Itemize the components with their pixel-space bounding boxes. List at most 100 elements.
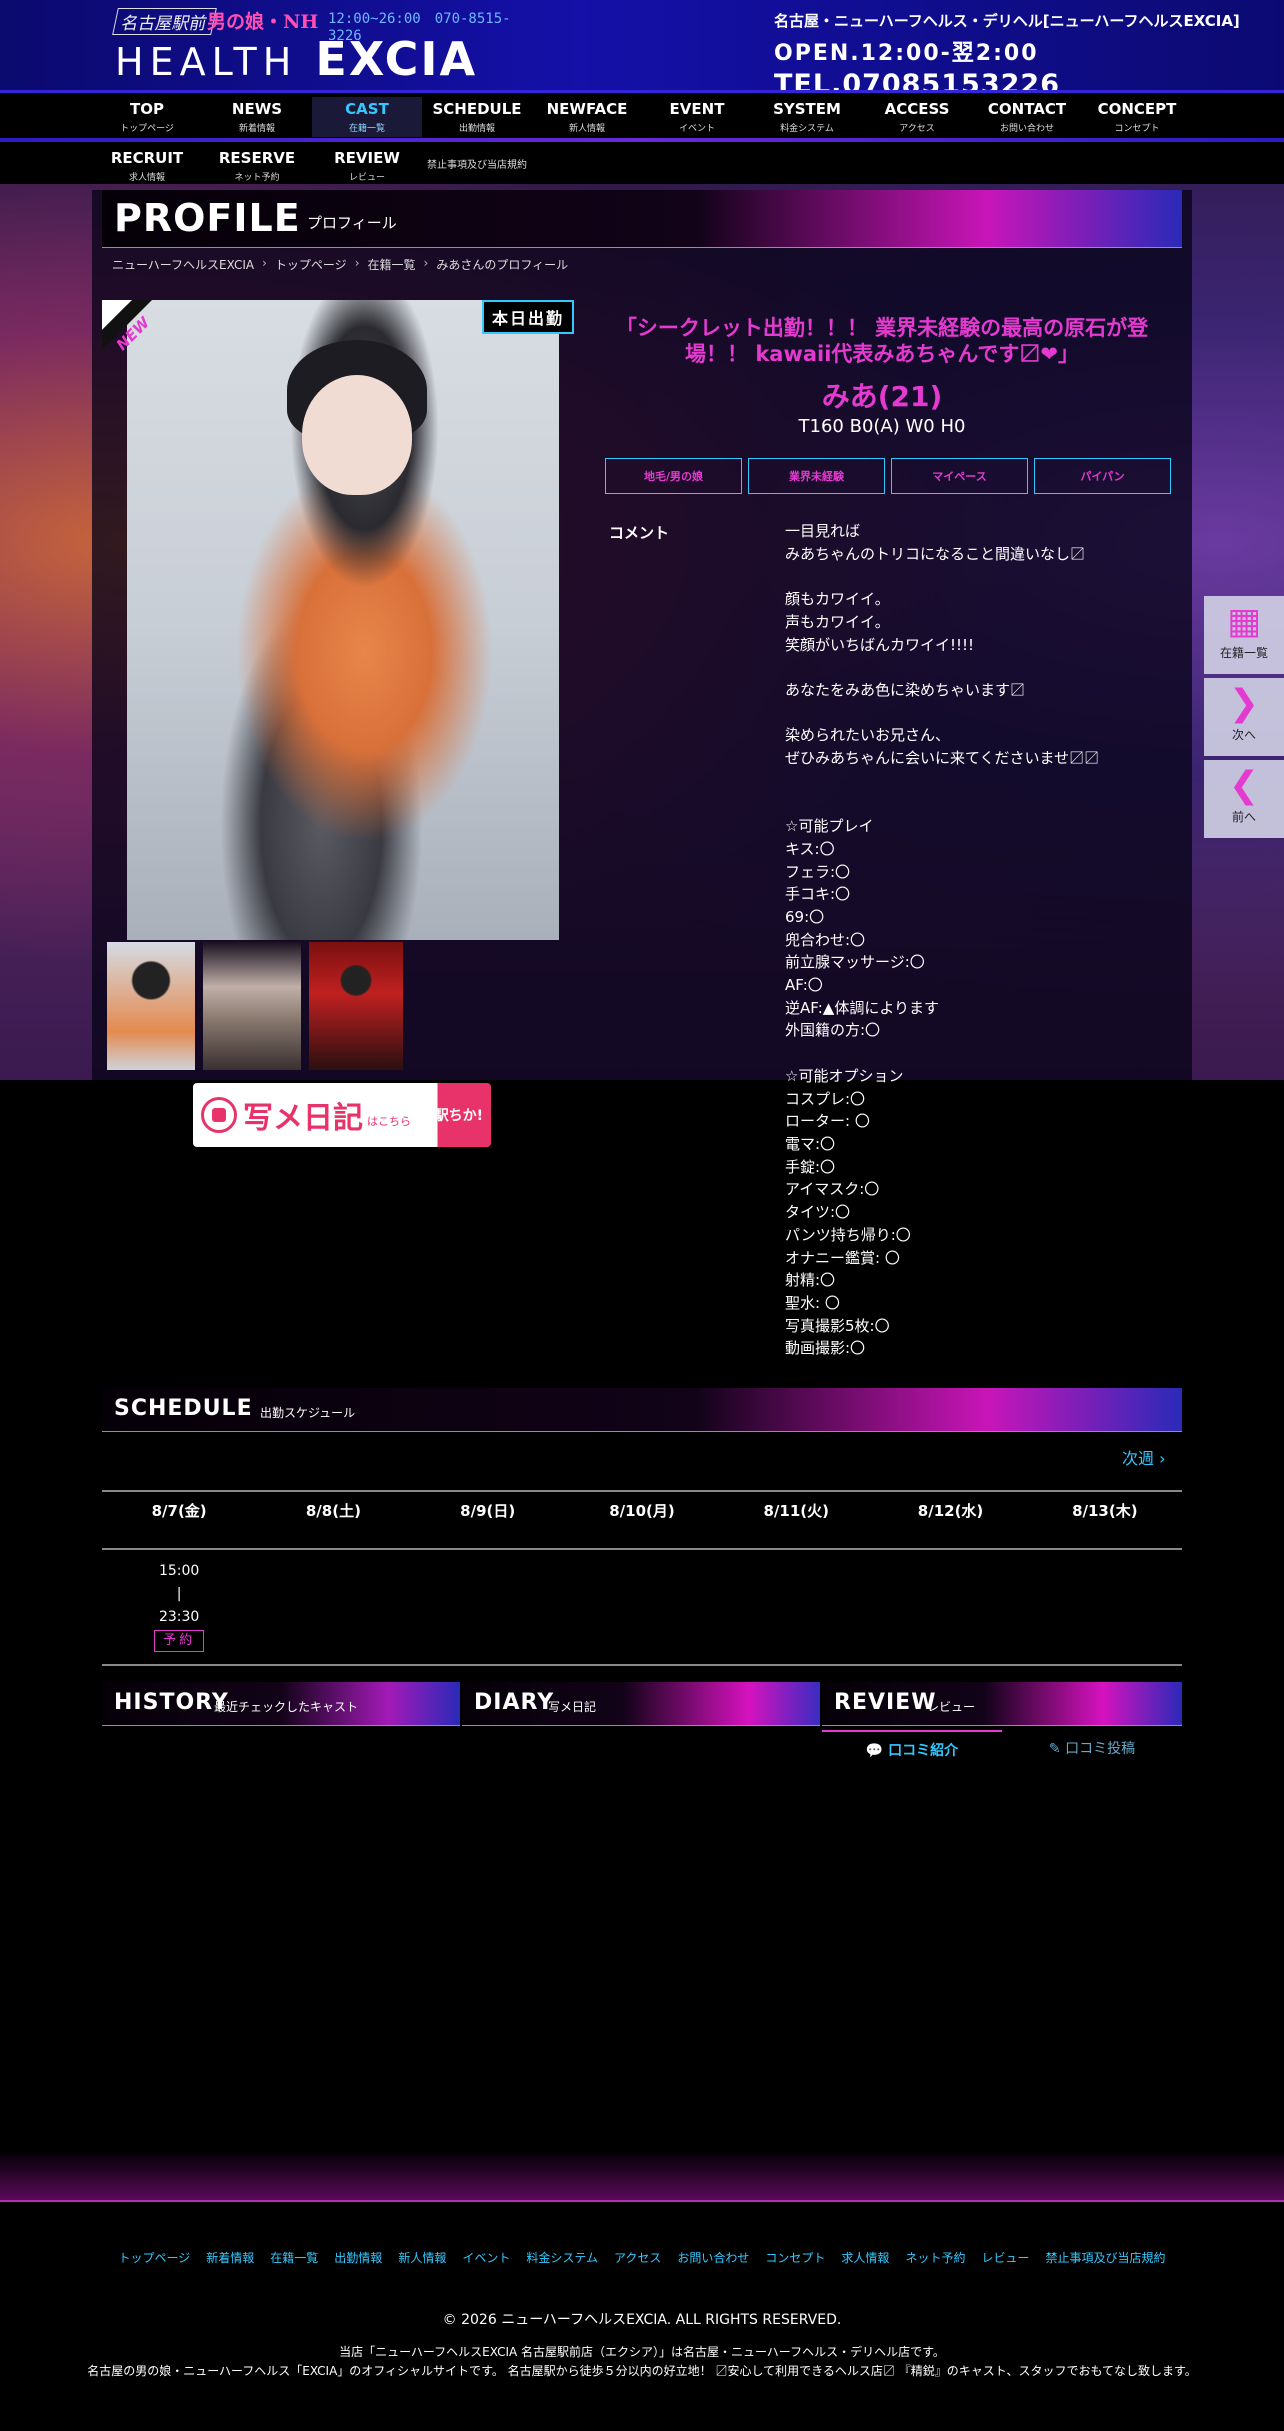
nav-news-ja: 新着情報 — [238, 124, 275, 134]
header-info: 名古屋・ニューハーフヘルス・デリヘル[ニューハーフヘルスEXCIA] OPEN.… — [774, 10, 1240, 100]
edit-icon: ✎ — [1048, 1741, 1061, 1757]
nav-news[interactable]: NEWS 新着情報 — [202, 97, 312, 137]
schedule-day: 8/8(土) — [305, 1502, 361, 1520]
footer-link[interactable]: 新人情報 — [398, 2249, 446, 2266]
footer-link[interactable]: 新着情報 — [206, 2249, 254, 2266]
nav-access[interactable]: ACCESS アクセス — [862, 97, 972, 137]
reserve-button[interactable]: 予約 — [154, 1630, 205, 1652]
schedule-table: 8/7(金) 8/8(土) 8/9(日) 8/10(月) 8/11(火) 8/1… — [102, 1490, 1182, 1666]
tab-review-list[interactable]: 💬 口コミ紹介 — [822, 1730, 1002, 1762]
next-week-link[interactable]: 次週 › — [1122, 1445, 1166, 1469]
nav-schedule-ja: 出勤情報 — [458, 124, 495, 134]
footer-link[interactable]: イベント — [462, 2249, 510, 2266]
nav-cast[interactable]: CAST 在籍一覧 — [312, 97, 422, 137]
schedule-cell-6 — [873, 1550, 1027, 1664]
tag-2[interactable]: 業界未経験 — [748, 458, 885, 494]
tab-review-post[interactable]: ✎ 口コミ投稿 — [1002, 1730, 1182, 1762]
site-header: 名古屋駅前 男の娘・NH 12:00~26:00 070-8515-3226 H… — [0, 0, 1284, 100]
side-cast-list-button[interactable]: ▦ 在籍一覧 — [1204, 596, 1284, 674]
nav-top[interactable]: TOP トップページ — [92, 97, 202, 137]
schedule-day: 8/9(日) — [460, 1502, 516, 1520]
nav-contact-ja: お問い合わせ — [999, 124, 1054, 134]
thumbnail-1[interactable] — [107, 942, 195, 1070]
side-next-button[interactable]: ❯ 次へ — [1204, 678, 1284, 756]
nav-row-1: TOP トップページ NEWS 新着情報 CAST 在籍一覧 SCHEDULE 出勤情報… — [92, 97, 1192, 137]
history-subtitle: 最近チェックしたキャスト — [214, 1700, 359, 1714]
footer-link[interactable]: 求人情報 — [841, 2249, 889, 2266]
schedule-day: 8/11(火) — [763, 1502, 830, 1520]
cast-photo[interactable] — [127, 300, 559, 940]
nav-review-en: REVIEW — [334, 149, 400, 167]
tag-1[interactable]: 地毛/男の娘 — [605, 458, 742, 494]
schedule-cell-2 — [256, 1550, 410, 1664]
review-header: REVIEW レビュー — [822, 1682, 1182, 1726]
schedule-head: 8/7(金) 8/8(土) 8/9(日) 8/10(月) 8/11(火) 8/1… — [102, 1490, 1182, 1550]
nav-concept-ja: コンセプト — [1114, 124, 1160, 134]
review-subtitle: レビュー — [927, 1700, 976, 1714]
nav-terms[interactable]: 禁止事項及び当店規約 — [422, 146, 532, 186]
station-tag: 名古屋駅前 — [112, 8, 217, 35]
site-footer: トップページ 新着情報 在籍一覧 出勤情報 新人情報 イベント 料金システム ア… — [0, 2200, 1284, 2431]
global-nav: TOP トップページ NEWS 新着情報 CAST 在籍一覧 SCHEDULE 出勤情報… — [0, 90, 1284, 184]
category-tag: 男の娘・NH — [207, 11, 319, 33]
footer-link[interactable]: 在籍一覧 — [270, 2249, 318, 2266]
nav-access-ja: アクセス — [899, 124, 935, 134]
nav-contact-en: CONTACT — [987, 100, 1067, 118]
nav-review-ja: レビュー — [348, 173, 385, 183]
nav-newface[interactable]: NEWFACE 新人情報 — [532, 97, 642, 137]
thumbnail-3[interactable] — [309, 942, 403, 1070]
history-header: HISTORY 最近チェックしたキャスト — [102, 1682, 460, 1726]
footer-link[interactable]: レビュー — [981, 2249, 1029, 2266]
footer-link[interactable]: コンセプト — [765, 2249, 825, 2266]
nav-concept[interactable]: CONCEPT コンセプト — [1082, 97, 1192, 137]
open-hours: OPEN.12:00-翌2:00 — [774, 41, 1039, 66]
schedule-day: 8/13(木) — [1072, 1502, 1138, 1520]
nav-system[interactable]: SYSTEM 料金システム — [752, 97, 862, 137]
footer-link[interactable]: アクセス — [614, 2249, 661, 2266]
history-title: HISTORY — [114, 1690, 229, 1715]
nav-recruit[interactable]: RECRUIT 求人情報 — [92, 146, 202, 186]
shop-line: 名古屋・ニューハーフヘルス・デリヘル[ニューハーフヘルスEXCIA] — [774, 12, 1240, 30]
tab-review-post-label: 口コミ投稿 — [1065, 1741, 1136, 1757]
schedule-title: SCHEDULE — [114, 1396, 253, 1421]
footer-link[interactable]: 禁止事項及び当店規約 — [1045, 2249, 1165, 2266]
footer-link[interactable]: 出勤情報 — [334, 2249, 382, 2266]
footer-link[interactable]: お問い合わせ — [677, 2249, 749, 2266]
main-content: PROFILE プロフィール ニューハーフヘルスEXCIA › トップページ ›… — [92, 190, 1192, 1780]
footer-description-1: 当店「ニューハーフヘルスEXCIA 名古屋駅前店（エクシア）」は名古屋・ニューハ… — [339, 2345, 945, 2359]
breadcrumb-cast[interactable]: 在籍一覧 — [368, 256, 416, 273]
slot-sep: | — [176, 1586, 182, 1602]
thumbnail-2[interactable] — [203, 942, 301, 1070]
nav-review[interactable]: REVIEW レビュー — [312, 146, 422, 186]
footer-link[interactable]: ネット予約 — [905, 2249, 965, 2266]
nav-schedule[interactable]: SCHEDULE 出勤情報 — [422, 97, 532, 137]
copyright: © 2026 ニューハーフヘルスEXCIA. ALL RIGHTS RESERV… — [442, 2312, 842, 2328]
side-prev-button[interactable]: ❮ 前へ — [1204, 760, 1284, 838]
photo-face — [302, 375, 412, 495]
breadcrumb-top[interactable]: トップページ — [275, 256, 347, 273]
nav-top-en: TOP — [130, 100, 164, 118]
breadcrumb-shop[interactable]: ニューハーフヘルスEXCIA — [112, 256, 254, 273]
nav-event-en: EVENT — [669, 100, 725, 118]
footer-link[interactable]: 料金システム — [526, 2249, 598, 2266]
schedule-subtitle: 出勤スケジュール — [260, 1406, 356, 1420]
nav-contact[interactable]: CONTACT お問い合わせ — [972, 97, 1082, 137]
nav-reserve[interactable]: RESERVE ネット予約 — [202, 146, 312, 186]
nav-concept-en: CONCEPT — [1097, 100, 1177, 118]
tag-3[interactable]: マイペース — [891, 458, 1028, 494]
diary-banner[interactable]: 写メ日記 はこちら 駅ちか! — [193, 1083, 491, 1147]
schedule-day: 8/12(水) — [917, 1502, 984, 1520]
new-badge: NEW — [102, 300, 154, 354]
photo-thumbnails — [107, 942, 403, 1070]
schedule-cell-5 — [719, 1550, 873, 1664]
diary-title: DIARY — [474, 1690, 555, 1715]
cast-size: T160 B0(A) W0 H0 — [798, 416, 966, 437]
nav-cast-ja: 在籍一覧 — [348, 124, 385, 134]
cast-tags: 地毛/男の娘 業界未経験 マイペース パイパン — [605, 458, 1171, 494]
site-logo[interactable]: 名古屋駅前 男の娘・NH 12:00~26:00 070-8515-3226 H… — [112, 6, 513, 86]
footer-link[interactable]: トップページ — [119, 2249, 191, 2266]
nav-event[interactable]: EVENT イベント — [642, 97, 752, 137]
logo-name: EXCIA — [315, 32, 478, 86]
tag-4[interactable]: パイパン — [1034, 458, 1171, 494]
nav-news-en: NEWS — [231, 100, 283, 118]
